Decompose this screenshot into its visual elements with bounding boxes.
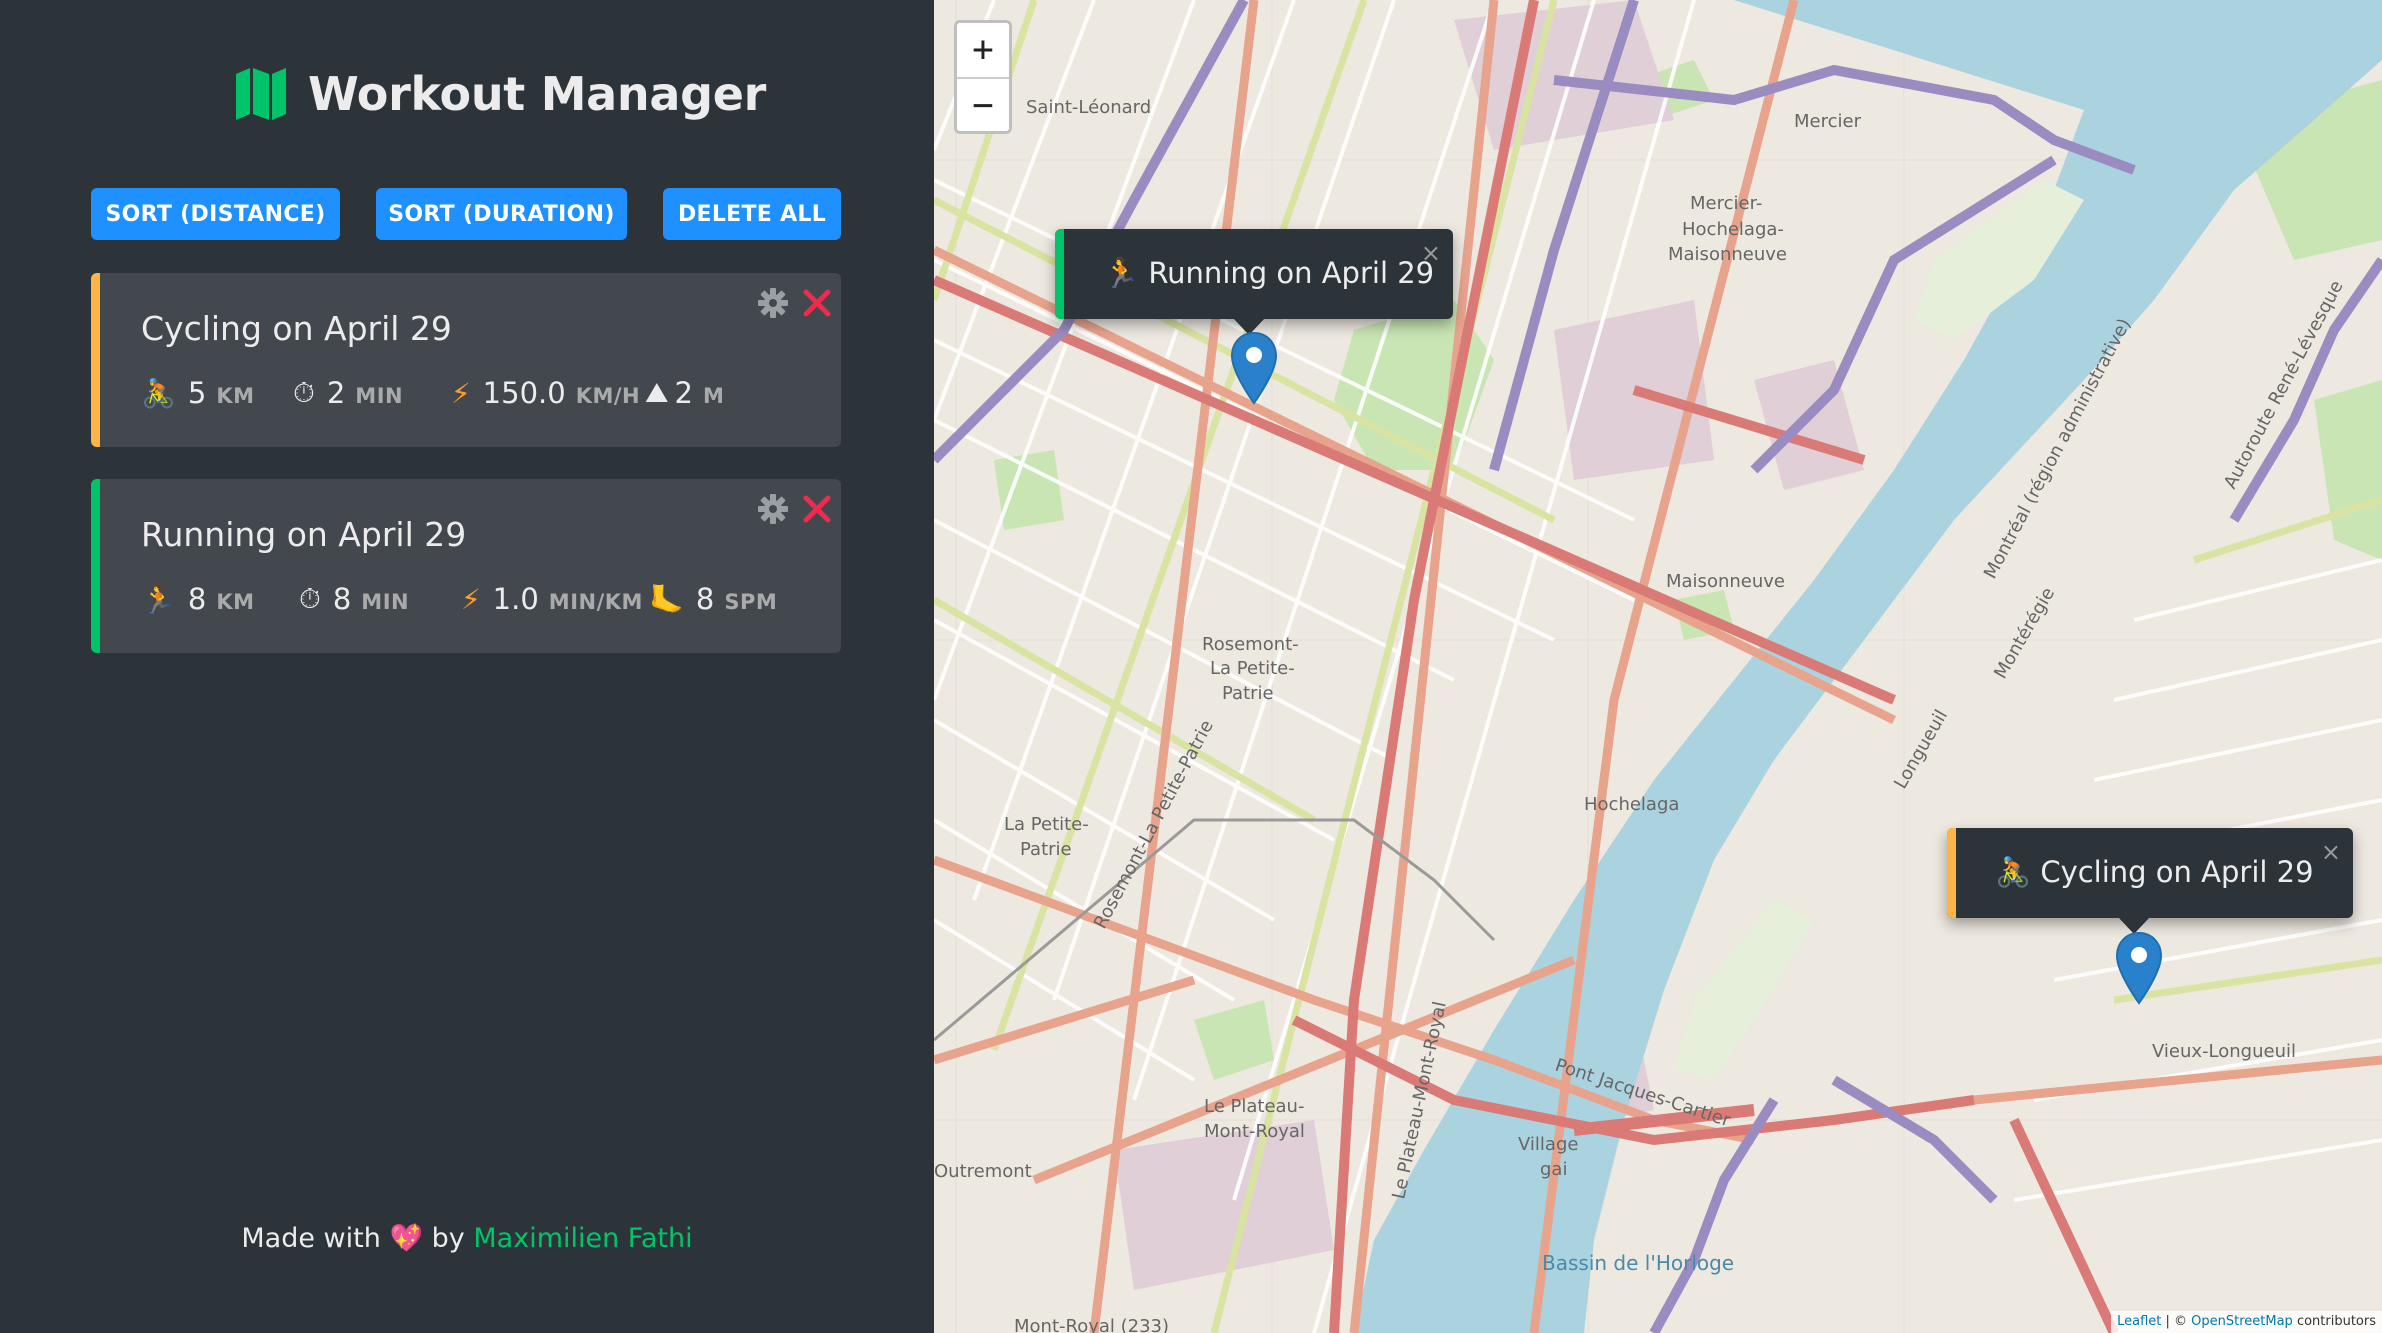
workout-title: Running on April 29 — [141, 515, 467, 554]
duration-value: 8 — [332, 582, 352, 616]
attribution-sep: | © — [2161, 1314, 2192, 1329]
map-label: Hochelaga- — [1682, 219, 1784, 240]
lightning-icon: ⚡ — [451, 376, 471, 410]
author-link[interactable]: Maximilien Fathi — [473, 1223, 692, 1254]
pace-value: 1.0 — [492, 582, 539, 616]
leaflet-link[interactable]: Leaflet — [2117, 1314, 2161, 1329]
lightning-icon: ⚡ — [461, 582, 481, 616]
map-label: gai — [1540, 1159, 1567, 1180]
footer-by: by — [431, 1223, 465, 1254]
cyclist-icon: 🚴 — [1995, 855, 2032, 889]
workout-card-running[interactable]: Running on April 29 🏃 8 KM ⏱ 8 MIN ⚡ 1.0… — [91, 479, 841, 653]
heart-icon: 💖 — [389, 1223, 424, 1254]
workout-details: 🏃 8 KM ⏱ 8 MIN ⚡ 1.0 MIN/KM 🦶 8 SPM — [141, 579, 777, 619]
duration-detail: ⏱ 2 MIN — [293, 376, 451, 410]
foot-icon: 🦶 — [649, 582, 684, 616]
sidebar: Workout Manager SORT (DISTANCE) SORT (DU… — [0, 0, 934, 1333]
popup-text: Running on April 29 — [1148, 256, 1435, 290]
cadence-unit: SPM — [724, 590, 778, 614]
popup-label: 🚴 Cycling on April 29 — [1995, 855, 2314, 890]
map-label: Mercier- — [1690, 193, 1762, 214]
zoom-out-button[interactable]: − — [957, 77, 1009, 131]
duration-unit: MIN — [361, 590, 410, 614]
logo: Workout Manager — [234, 66, 766, 122]
workout-title: Cycling on April 29 — [141, 309, 452, 348]
cadence-detail: 🦶 8 SPM — [649, 582, 777, 616]
distance-value: 5 — [187, 376, 207, 410]
osm-link[interactable]: OpenStreetMap — [2191, 1314, 2293, 1329]
distance-detail: 🏃 8 KM — [141, 582, 299, 616]
map-label: La Petite- — [1210, 658, 1295, 679]
sort-duration-button[interactable]: SORT (DURATION) — [376, 188, 627, 240]
map-label: Maisonneuve — [1666, 571, 1785, 592]
marker-pin-icon[interactable] — [2114, 931, 2164, 1005]
duration-unit: MIN — [355, 384, 404, 408]
distance-value: 8 — [187, 582, 207, 616]
speed-value: 150.0 — [482, 376, 566, 410]
mountain-icon: ⛰ — [645, 376, 669, 409]
zoom-in-button[interactable]: + — [957, 23, 1009, 77]
gear-icon[interactable] — [757, 493, 789, 525]
elevation-value: 2 — [674, 376, 693, 410]
footer: Made with 💖 by Maximilien Fathi — [0, 1222, 934, 1254]
map-label: Rosemont- — [1202, 634, 1299, 655]
distance-unit: KM — [216, 590, 255, 614]
map-label: Le Plateau- — [1204, 1096, 1304, 1117]
elevation-detail: ⛰ 2 M — [645, 376, 724, 410]
cyclist-icon: 🚴 — [141, 376, 176, 410]
app-title: Workout Manager — [308, 67, 767, 121]
delete-workout-icon[interactable] — [799, 491, 835, 527]
pace-detail: ⚡ 1.0 MIN/KM — [461, 582, 649, 616]
map-label: Vieux-Longueuil — [2152, 1041, 2296, 1062]
map[interactable]: Saint-Léonard Mercier Mercier- Hochelaga… — [934, 0, 2382, 1333]
pace-unit: MIN/KM — [548, 590, 643, 614]
stopwatch-icon: ⏱ — [299, 582, 321, 615]
runner-icon: 🏃 — [141, 582, 176, 616]
map-tiles[interactable]: Saint-Léonard Mercier Mercier- Hochelaga… — [934, 0, 2382, 1333]
map-label: Mont-Royal — [1204, 1121, 1305, 1142]
map-attribution: Leaflet | © OpenStreetMap contributors — [2111, 1311, 2382, 1333]
workout-card-cycling[interactable]: Cycling on April 29 🚴 5 KM ⏱ 2 MIN ⚡ 150… — [91, 273, 841, 447]
map-label: Patrie — [1020, 839, 1072, 860]
map-icon — [236, 68, 286, 120]
map-label: Mont-Royal (233) — [1014, 1316, 1169, 1333]
map-label: Maisonneuve — [1668, 244, 1787, 265]
duration-value: 2 — [326, 376, 346, 410]
map-label: Outremont — [934, 1161, 1032, 1182]
footer-prefix: Made with — [241, 1223, 381, 1254]
map-label: La Petite- — [1004, 814, 1089, 835]
close-icon[interactable]: × — [2321, 838, 2341, 866]
distance-unit: KM — [216, 384, 255, 408]
speed-detail: ⚡ 150.0 KM/H — [451, 376, 645, 410]
map-label: Bassin de l'Horloge — [1542, 1251, 1734, 1275]
gear-icon[interactable] — [757, 287, 789, 319]
map-label: Hochelaga — [1584, 794, 1679, 815]
elevation-unit: M — [702, 384, 725, 408]
marker-pin-icon[interactable] — [1229, 331, 1279, 405]
popup-label: 🏃 Running on April 29 — [1103, 256, 1434, 291]
close-icon[interactable]: × — [1421, 239, 1441, 267]
delete-all-button[interactable]: DELETE ALL — [663, 188, 841, 240]
popup-text: Cycling on April 29 — [2040, 855, 2314, 889]
duration-detail: ⏱ 8 MIN — [299, 582, 461, 616]
stopwatch-icon: ⏱ — [293, 376, 315, 409]
map-label: Mercier — [1794, 111, 1862, 132]
workout-details: 🚴 5 KM ⏱ 2 MIN ⚡ 150.0 KM/H ⛰ 2 M — [141, 373, 724, 413]
map-label: Village — [1518, 1134, 1578, 1155]
zoom-control: + − — [954, 20, 1012, 134]
speed-unit: KM/H — [575, 384, 641, 408]
distance-detail: 🚴 5 KM — [141, 376, 293, 410]
map-label: Patrie — [1222, 683, 1274, 704]
popup-running[interactable]: 🏃 Running on April 29 × — [1055, 229, 1453, 335]
map-label: Saint-Léonard — [1026, 97, 1151, 118]
delete-workout-icon[interactable] — [799, 285, 835, 321]
runner-icon: 🏃 — [1103, 256, 1140, 290]
sort-distance-button[interactable]: SORT (DISTANCE) — [91, 188, 340, 240]
popup-cycling[interactable]: 🚴 Cycling on April 29 × — [1947, 828, 2353, 934]
attribution-suffix: contributors — [2292, 1314, 2376, 1329]
cadence-value: 8 — [695, 582, 715, 616]
